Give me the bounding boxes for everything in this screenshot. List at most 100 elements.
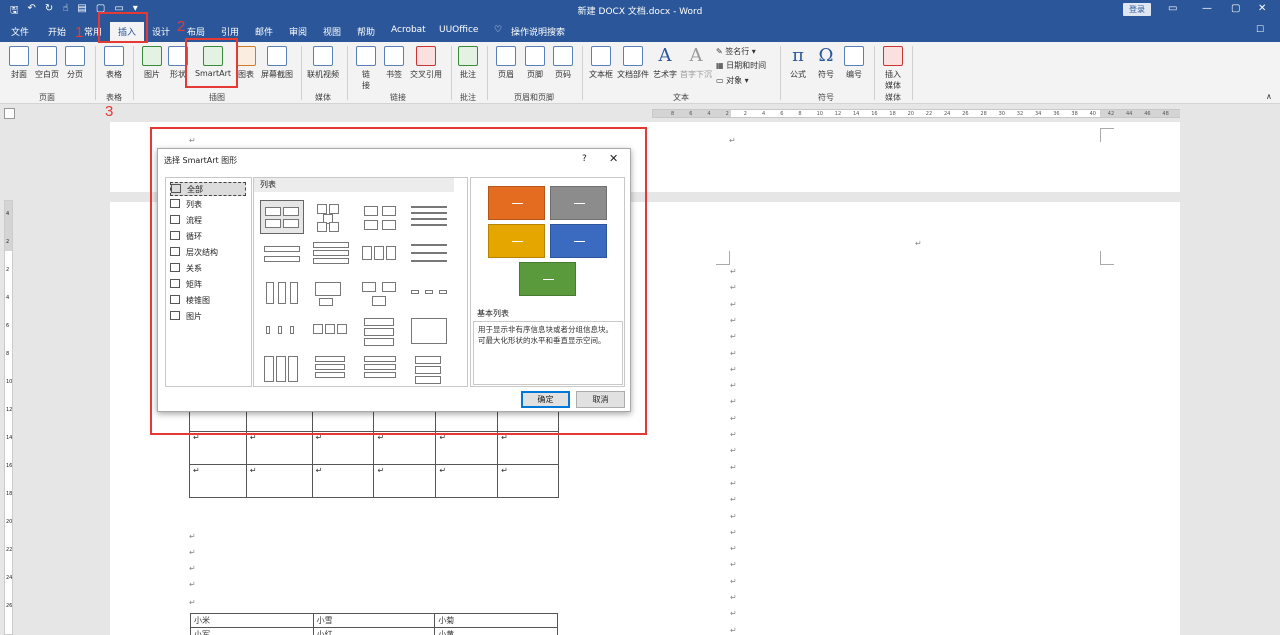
ruler-row: 8 6 4 2 2 4 6 8 10 12 14 16 18 20 22 24 26 28 30 32 34 36 38 40… bbox=[0, 104, 1280, 122]
annotation-number-2: 2 bbox=[177, 18, 186, 35]
tab-mailings[interactable]: 邮件 bbox=[255, 25, 273, 38]
chart-icon bbox=[236, 46, 256, 66]
tab-selector[interactable] bbox=[4, 108, 15, 119]
ruler-tick-label: 6 bbox=[780, 111, 784, 117]
footer-button[interactable]: 页脚 bbox=[524, 46, 546, 80]
comment-icon bbox=[458, 46, 478, 66]
document-table-names[interactable]: 小米 小雪 小菊 小军 小红 小黄 bbox=[190, 613, 558, 635]
tab-view[interactable]: 视图 bbox=[323, 25, 341, 38]
picture-icon bbox=[142, 46, 162, 66]
ruler-tick-label: 28 bbox=[980, 111, 987, 117]
ruler-tick-label: 40 bbox=[1089, 111, 1096, 117]
ruler-tick-label: 38 bbox=[1071, 111, 1078, 117]
symbol-button[interactable]: Ω 符号 bbox=[814, 46, 838, 80]
page-break-button[interactable]: 分页 bbox=[64, 46, 86, 80]
paragraph-mark: ↵ bbox=[730, 625, 737, 635]
header-button[interactable]: 页眉 bbox=[495, 46, 517, 80]
login-button[interactable]: 登录 bbox=[1123, 3, 1151, 16]
tab-file[interactable]: 文件 bbox=[11, 25, 29, 38]
annotation-number-1: 1 bbox=[75, 24, 84, 41]
drop-cap-icon: A bbox=[689, 45, 703, 66]
vruler-tick-label: 6 bbox=[6, 323, 10, 329]
vruler-tick-label: 22 bbox=[6, 547, 13, 553]
table-cell[interactable]: 小军 bbox=[190, 627, 314, 635]
paragraph-mark: ↵ bbox=[730, 283, 737, 293]
table-cell[interactable]: 小菊 bbox=[434, 613, 558, 628]
collapse-ribbon-icon[interactable]: ∧ bbox=[1266, 92, 1272, 101]
bookmark-button[interactable]: 书签 bbox=[383, 46, 405, 80]
tab-layout[interactable]: 布局 bbox=[187, 25, 205, 38]
ruler-tick-label: 20 bbox=[907, 111, 914, 117]
online-video-button[interactable]: 联机视频 bbox=[305, 46, 341, 80]
paragraph-mark: ↵ bbox=[730, 544, 737, 554]
drop-cap-button[interactable]: A 首字下沉 bbox=[680, 46, 712, 80]
annotation-box-1 bbox=[98, 12, 148, 43]
vruler-tick-label: 8 bbox=[6, 351, 10, 357]
paragraph-mark: ↵ bbox=[730, 527, 737, 537]
insert-media-button[interactable]: 插入 媒体 bbox=[880, 46, 906, 91]
page-break-icon bbox=[65, 46, 85, 66]
paragraph-mark: ↵ bbox=[730, 267, 737, 276]
vruler-tick-label: 18 bbox=[6, 491, 13, 497]
group-label-comments: 批注 bbox=[460, 93, 476, 102]
signature-icon: ✎ bbox=[716, 47, 723, 56]
tab-help[interactable]: 帮助 bbox=[357, 25, 375, 38]
paragraph-mark: ↵ bbox=[730, 593, 737, 602]
chart-button[interactable]: 图表 bbox=[236, 46, 256, 80]
vruler-tick-label: 24 bbox=[6, 575, 13, 581]
tab-uuoffice[interactable]: UUOffice bbox=[439, 25, 478, 35]
link-icon bbox=[356, 46, 376, 66]
equation-button[interactable]: π 公式 bbox=[786, 46, 810, 80]
tab-acrobat[interactable]: Acrobat bbox=[391, 25, 426, 35]
link-button[interactable]: 链接 bbox=[355, 46, 377, 91]
vruler-tick-label: 10 bbox=[6, 379, 13, 385]
cross-reference-icon bbox=[416, 46, 436, 66]
object-button[interactable]: ▭ 对象 ▾ bbox=[716, 75, 749, 86]
cross-reference-button[interactable]: 交叉引用 bbox=[408, 46, 444, 80]
pi-icon: π bbox=[792, 45, 804, 66]
bookmark-icon bbox=[384, 46, 404, 66]
comment-button[interactable]: 批注 bbox=[457, 46, 479, 80]
number-icon bbox=[844, 46, 864, 66]
table-cell[interactable]: 小黄 bbox=[434, 627, 558, 635]
table-button[interactable]: 表格 bbox=[103, 46, 125, 80]
vruler-tick-label: 16 bbox=[6, 463, 13, 469]
paragraph-mark: ↵ bbox=[730, 332, 737, 342]
tab-home[interactable]: 开始 bbox=[48, 25, 66, 38]
wordart-button[interactable]: A 艺术字 bbox=[652, 46, 678, 80]
annotation-box-2 bbox=[185, 38, 238, 88]
blank-page-button[interactable]: 空白页 bbox=[34, 46, 60, 80]
table-cell[interactable]: 小红 bbox=[312, 627, 436, 635]
close-icon[interactable]: ✕ bbox=[1258, 3, 1266, 14]
vruler-tick-label: 20 bbox=[6, 519, 13, 525]
table-cell[interactable]: 小米 bbox=[190, 613, 314, 628]
tab-design[interactable]: 设计 bbox=[152, 25, 170, 38]
paragraph-mark: ↵ bbox=[730, 609, 737, 619]
minimize-icon[interactable]: — bbox=[1202, 3, 1212, 14]
page-number-button[interactable]: 页码 bbox=[552, 46, 574, 80]
group-label-symbols: 符号 bbox=[818, 93, 834, 102]
vruler-tick-label: 4 bbox=[6, 295, 10, 301]
cover-page-button[interactable]: 封面 bbox=[8, 46, 30, 80]
picture-button[interactable]: 图片 bbox=[141, 46, 163, 80]
share-icon[interactable]: ☐ bbox=[1256, 25, 1264, 35]
tab-review[interactable]: 审阅 bbox=[289, 25, 307, 38]
signature-line-button[interactable]: ✎ 签名行 ▾ bbox=[716, 46, 756, 57]
screenshot-button[interactable]: 屏幕截图 bbox=[259, 46, 295, 80]
horizontal-ruler[interactable]: 8 6 4 2 2 4 6 8 10 12 14 16 18 20 22 24 26 28 30 32 34 36 38 40… bbox=[652, 109, 1180, 118]
group-label-media: 媒体 bbox=[315, 93, 331, 102]
number-button[interactable]: 编号 bbox=[842, 46, 866, 80]
paragraph-mark: ↵ bbox=[730, 446, 737, 456]
vertical-ruler[interactable]: 4 2 2 4 6 8 10 12 14 16 18 20 22 24 26 bbox=[4, 200, 13, 635]
restore-icon[interactable]: ▢ bbox=[1231, 3, 1240, 14]
date-time-button[interactable]: ▦ 日期和时间 bbox=[716, 60, 766, 71]
vruler-tick-label: 14 bbox=[6, 435, 13, 441]
tab-references[interactable]: 引用 bbox=[221, 25, 239, 38]
ribbon-display-icon[interactable]: ▭ bbox=[1168, 3, 1177, 14]
quick-parts-button[interactable]: 文档部件 bbox=[616, 46, 650, 80]
textbox-button[interactable]: 文本框 bbox=[588, 46, 614, 80]
paragraph-mark: ↵ bbox=[730, 430, 737, 439]
table-cell[interactable]: 小雪 bbox=[312, 613, 436, 628]
vruler-tick-label: 2 bbox=[6, 267, 10, 273]
tell-me-search[interactable]: 操作说明搜索 bbox=[511, 25, 565, 38]
